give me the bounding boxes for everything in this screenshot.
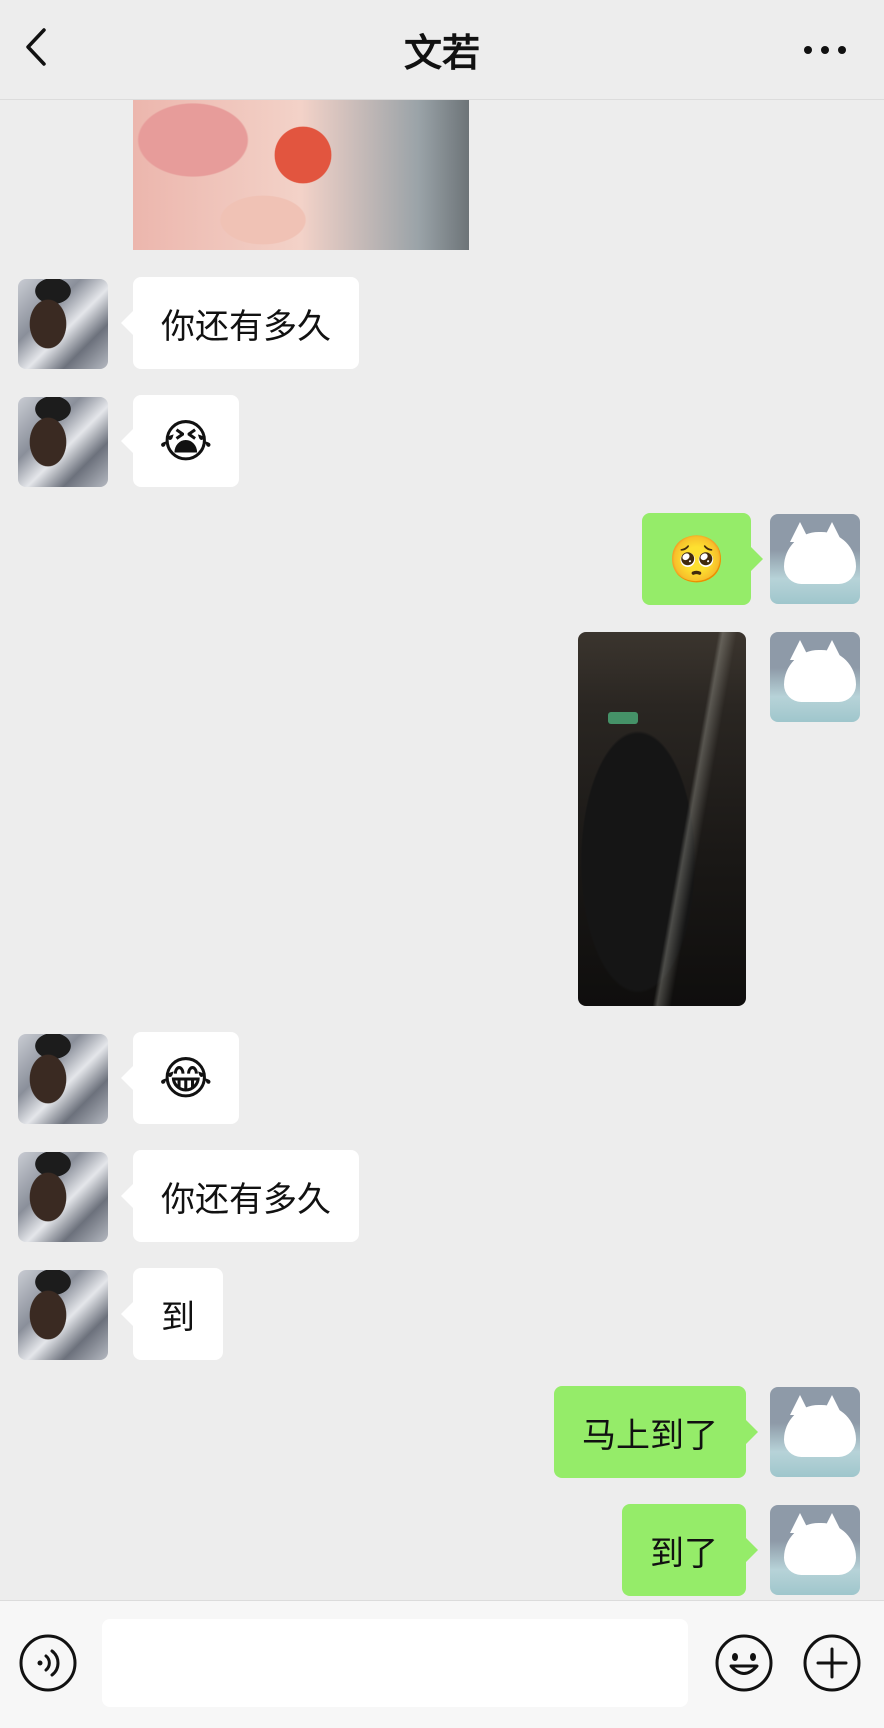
my-avatar[interactable]: [770, 1387, 860, 1477]
message-bubble[interactable]: 马上到了: [554, 1386, 758, 1478]
message-input[interactable]: [102, 1619, 688, 1707]
voice-button[interactable]: [18, 1633, 78, 1693]
contact-avatar[interactable]: [18, 1034, 108, 1124]
input-bar: [0, 1600, 884, 1728]
chat-title: 文若: [403, 31, 480, 75]
image-message[interactable]: [133, 100, 469, 250]
cat-icon: [784, 1523, 856, 1575]
message-bubble[interactable]: 到了: [622, 1504, 758, 1596]
video-message[interactable]: [578, 632, 746, 1006]
more-button[interactable]: [800, 30, 850, 70]
cat-icon: [784, 650, 856, 702]
plus-icon: [803, 1634, 861, 1692]
contact-avatar[interactable]: [18, 1152, 108, 1242]
pleading-emoji: 🥺: [668, 532, 726, 586]
my-avatar[interactable]: [770, 1505, 860, 1595]
message-text: 到了: [650, 1533, 718, 1574]
my-avatar[interactable]: [770, 632, 860, 722]
crying-emoji: 😭: [159, 414, 213, 468]
message-text: 你还有多久: [161, 1179, 331, 1220]
chat-header: 文若: [0, 0, 884, 100]
emoji-button[interactable]: [714, 1633, 774, 1693]
message-text: 你还有多久: [161, 306, 331, 347]
voice-icon: [19, 1634, 77, 1692]
cat-icon: [784, 532, 856, 584]
contact-avatar[interactable]: [18, 397, 108, 487]
message-bubble[interactable]: 你还有多久: [121, 1150, 359, 1242]
more-dots-icon: [804, 46, 846, 54]
cat-icon: [784, 1405, 856, 1457]
contact-avatar[interactable]: [18, 1270, 108, 1360]
message-bubble[interactable]: 到: [121, 1268, 223, 1360]
video-thumbnail-detail: [608, 712, 638, 724]
contact-avatar[interactable]: [18, 279, 108, 369]
message-bubble[interactable]: 😭: [121, 395, 239, 487]
emoji-icon: [715, 1634, 773, 1692]
message-text: 马上到了: [582, 1415, 718, 1456]
message-bubble[interactable]: 😂: [121, 1032, 239, 1124]
message-bubble[interactable]: 🥺: [642, 513, 764, 605]
my-avatar[interactable]: [770, 514, 860, 604]
message-bubble[interactable]: 你还有多久: [121, 277, 359, 369]
message-text: 到: [161, 1297, 195, 1338]
message-list[interactable]: 你还有多久 😭 🥺 😂 你还有多久 到 马上到了 到了: [0, 100, 884, 1600]
plus-button[interactable]: [802, 1633, 862, 1693]
laughing-emoji: 😂: [159, 1051, 213, 1105]
